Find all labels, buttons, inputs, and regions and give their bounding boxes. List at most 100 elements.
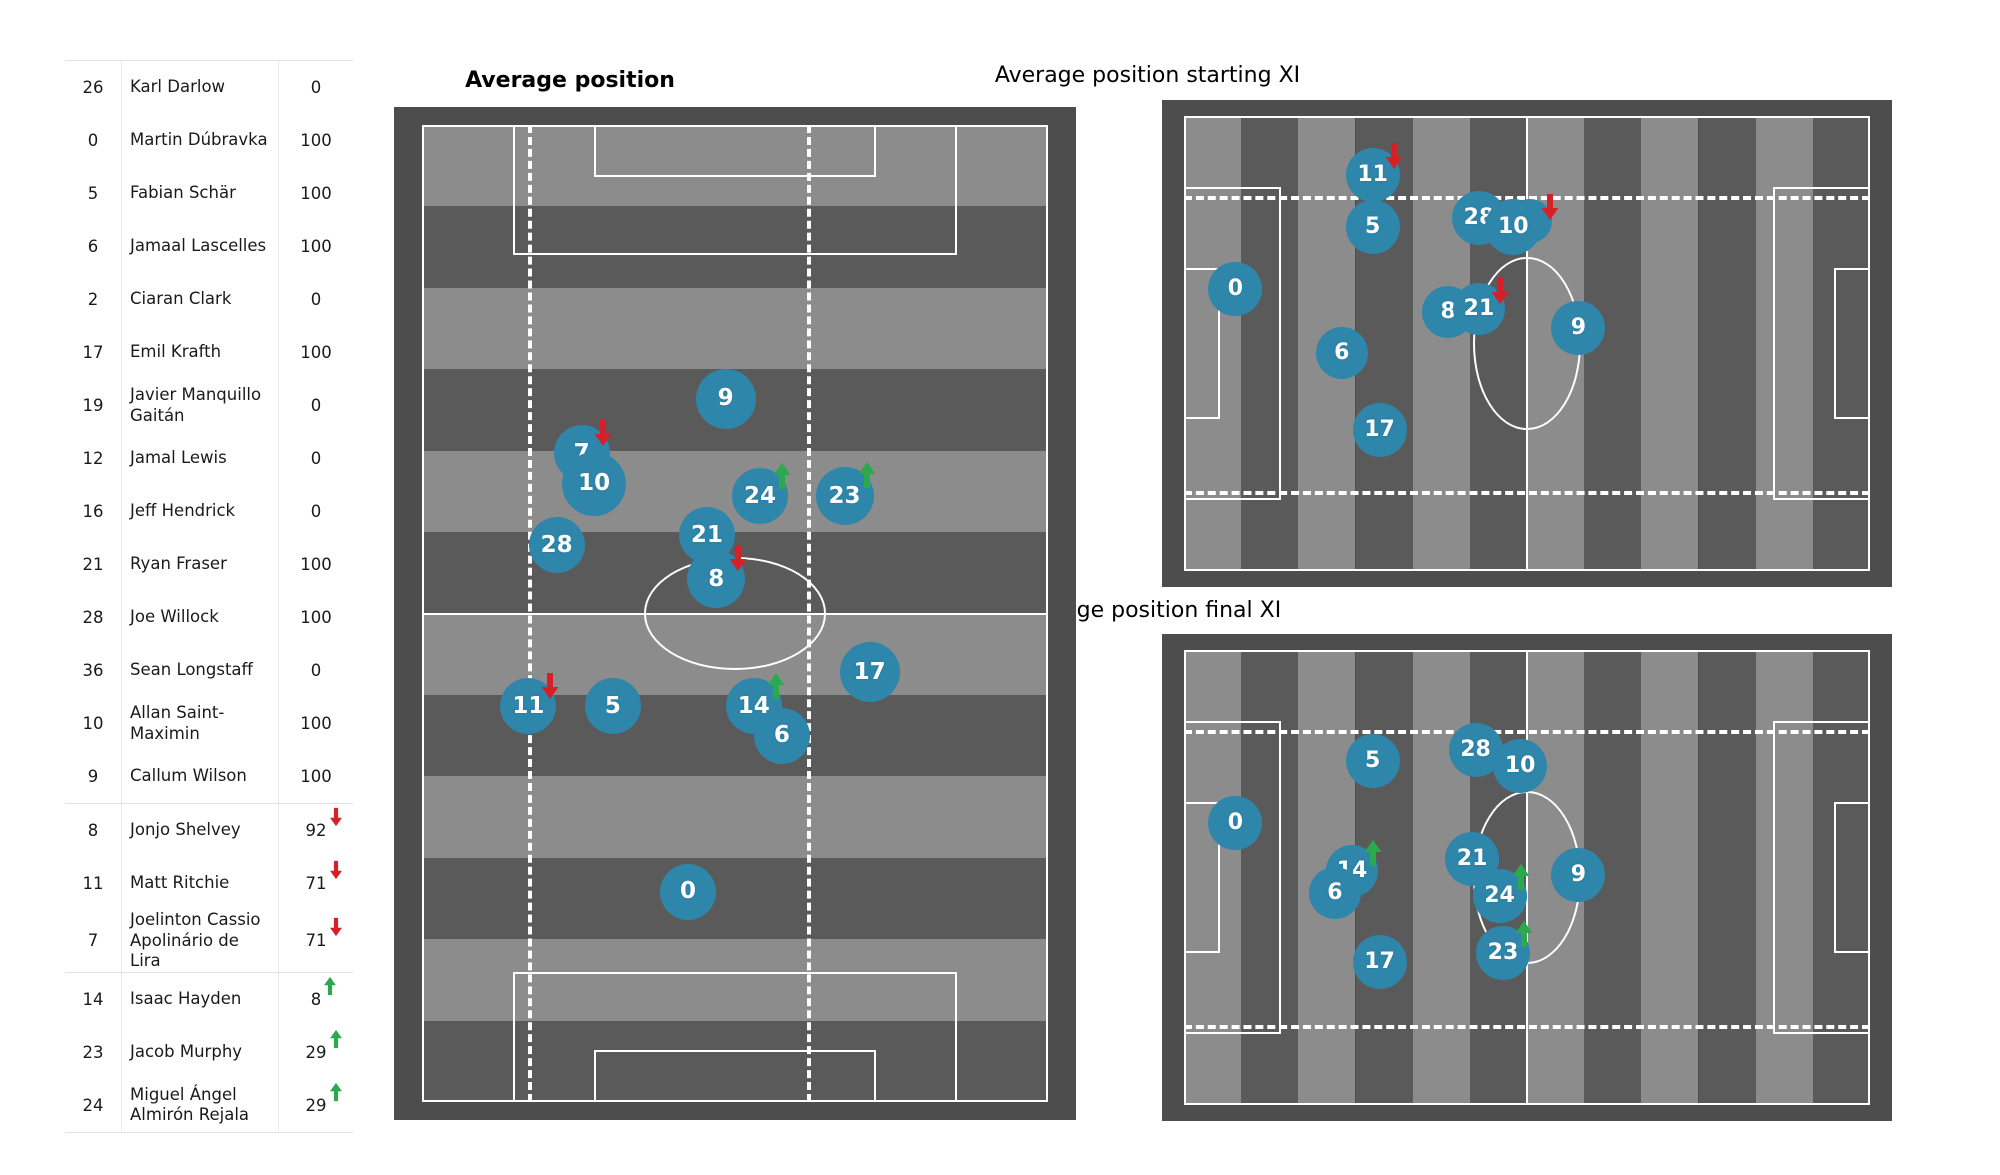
player-minutes-value: 100 [300, 608, 332, 627]
player-marker-number: 11 [1357, 162, 1388, 188]
dashed-guide-bottom [1184, 491, 1870, 496]
player-minutes-value: 100 [300, 237, 332, 256]
player-marker[interactable]: 17 [839, 642, 900, 703]
player-marker[interactable]: 5 [1345, 200, 1400, 255]
player-number: 5 [87, 184, 99, 203]
table-row: 16 Jeff Hendrick 0 [65, 485, 353, 538]
player-marker[interactable]: 10 [562, 451, 627, 516]
player-marker[interactable]: 11 [1345, 148, 1400, 203]
player-name: Callum Wilson [121, 750, 279, 803]
player-marker[interactable]: 5 [1345, 734, 1400, 789]
player-minutes-value: 8 [279, 973, 353, 1026]
player-marker[interactable]: 0 [1208, 261, 1263, 316]
player-marker[interactable]: 9 [1551, 300, 1606, 355]
player-name: Jamal Lewis [121, 432, 279, 485]
player-marker-number: 0 [1227, 809, 1244, 835]
table-row: 26 Karl Darlow 0 [65, 61, 353, 114]
player-marker[interactable]: 0 [660, 863, 717, 920]
average-position-pitch: 9 7 10 24 23 21 28 8 17 11 5 14 6 0 [394, 107, 1076, 1120]
player-name: Sean Longstaff [121, 644, 279, 697]
player-marker[interactable]: 5 [584, 678, 641, 735]
final-xi-pitch: 5 28 10 0 21 14 9 6 24 23 17 [1162, 634, 1892, 1121]
player-marker-number: 9 [717, 385, 734, 412]
player-marker[interactable]: 24 [1472, 868, 1527, 923]
player-minutes-value: 29 [279, 1079, 353, 1132]
player-number: 12 [82, 449, 104, 468]
player-name: Isaac Hayden [121, 972, 279, 1026]
dashed-guide-bottom [1184, 1025, 1870, 1030]
player-number: 28 [82, 608, 104, 627]
table-row: 9 Callum Wilson 100 [65, 750, 353, 804]
player-marker[interactable]: 6 [1315, 326, 1368, 379]
sub-on-arrow-icon [323, 976, 337, 996]
player-minutes-value: 0 [310, 449, 322, 468]
player-marker-number: 8 [708, 565, 725, 592]
player-name: Emil Krafth [121, 326, 279, 379]
pitch-surface: 9 7 10 24 23 21 28 8 17 11 5 14 6 0 [422, 125, 1048, 1102]
table-row: 12 Jamal Lewis 0 [65, 432, 353, 485]
table-row: 11 Matt Ritchie 71 [65, 857, 353, 910]
player-marker-number: 28 [1460, 737, 1491, 763]
player-number: 16 [82, 502, 104, 521]
player-marker[interactable]: 10 [1493, 739, 1548, 794]
player-marker[interactable]: 6 [753, 707, 810, 764]
goal-area-right [1834, 268, 1870, 419]
table-row: 19 Javier Manquillo Gaitán 0 [65, 379, 353, 432]
player-marker-number: 10 [1497, 214, 1529, 240]
player-marker[interactable]: 17 [1352, 402, 1407, 457]
sub-on-arrow-icon [329, 1082, 343, 1102]
table-row: 10 Allan Saint-Maximin 100 [65, 697, 353, 750]
table-row: 2 Ciaran Clark 0 [65, 273, 353, 326]
dashed-guide-right [806, 125, 811, 1102]
player-name: Joe Willock [121, 591, 279, 644]
player-marker-number: 0 [1227, 275, 1244, 301]
goal-area-top [594, 125, 876, 177]
player-marker-number: 10 [1504, 753, 1536, 779]
player-minutes-value: 100 [300, 767, 332, 786]
player-marker[interactable]: 24 [732, 468, 789, 525]
sub-off-arrow-icon [329, 917, 343, 937]
player-marker-number: 21 [1456, 846, 1488, 872]
player-number: 14 [82, 989, 104, 1009]
player-marker[interactable]: 28 [528, 517, 585, 574]
player-name: Javier Manquillo Gaitán [121, 379, 279, 432]
player-number: 10 [82, 714, 104, 733]
goal-area-bottom [594, 1050, 876, 1102]
dashed-guide-left [528, 125, 533, 1102]
player-marker[interactable]: 17 [1352, 934, 1407, 989]
player-name: Fabian Schär [121, 167, 279, 220]
player-marker-number: 24 [1484, 882, 1515, 908]
player-marker[interactable]: 23 [815, 467, 874, 526]
player-marker[interactable]: 9 [695, 368, 756, 429]
player-marker-number: 5 [1364, 214, 1381, 240]
player-number: 17 [82, 343, 104, 362]
player-marker[interactable]: 21 [1452, 283, 1505, 336]
starting-xi-pitch: 1152871008219617 [1162, 100, 1892, 587]
player-name: Miguel Ángel Almirón Rejala [121, 1078, 279, 1132]
player-marker-number: 6 [1334, 339, 1350, 365]
player-marker[interactable]: 23 [1475, 925, 1530, 980]
player-minutes-value: 71 [279, 857, 353, 910]
player-marker[interactable]: 0 [1208, 795, 1263, 850]
player-marker-number: 0 [680, 878, 697, 905]
table-row: 28 Joe Willock 100 [65, 591, 353, 644]
table-row: 5 Fabian Schär 100 [65, 167, 353, 220]
player-minutes-value: 0 [310, 661, 322, 680]
player-marker-number: 5 [1364, 748, 1381, 774]
player-number: 8 [87, 821, 99, 840]
sub-off-arrow-icon [329, 807, 343, 827]
player-marker[interactable]: 6 [1308, 867, 1361, 920]
player-name: Allan Saint-Maximin [121, 697, 279, 750]
player-number: 0 [87, 131, 99, 150]
player-minutes-value: 100 [300, 555, 332, 574]
player-marker-number: 9 [1570, 862, 1587, 888]
player-number: 11 [82, 874, 104, 893]
player-minutes-value: 100 [300, 343, 332, 362]
player-marker-number: 21 [1463, 296, 1495, 322]
dashed-guide-top [1184, 729, 1870, 734]
player-number: 24 [82, 1095, 104, 1115]
player-name: Joelinton Cassio Apolinário de Lira [121, 910, 279, 972]
table-row: 36 Sean Longstaff 0 [65, 644, 353, 697]
sub-off-arrow-icon [329, 860, 343, 880]
player-marker-number: 10 [578, 470, 611, 497]
